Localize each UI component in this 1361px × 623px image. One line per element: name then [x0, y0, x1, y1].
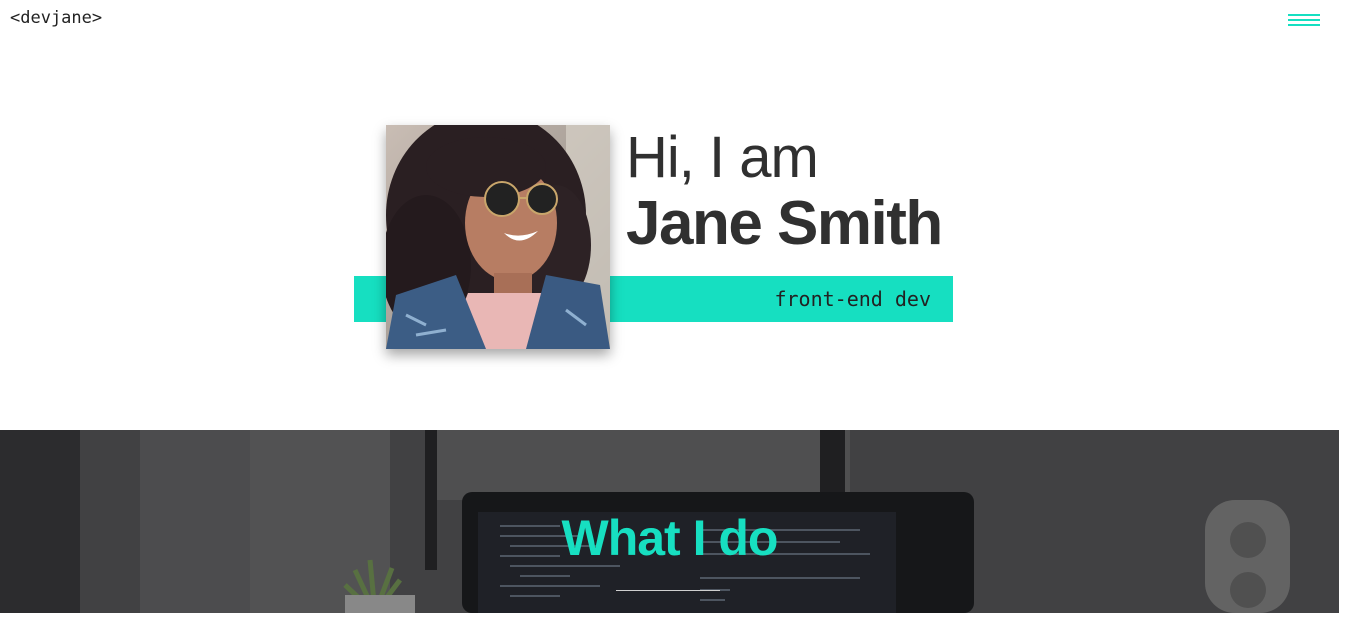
what-i-do-section: What I do	[0, 430, 1339, 613]
hero-name: Jane Smith	[626, 189, 943, 258]
menu-line	[1288, 14, 1320, 16]
role-text: front-end dev	[774, 287, 931, 311]
site-logo[interactable]: <devjane>	[10, 8, 102, 28]
hamburger-menu-icon[interactable]	[1286, 13, 1320, 29]
menu-line	[1288, 19, 1320, 21]
section-title: What I do	[561, 510, 779, 566]
profile-photo	[386, 125, 610, 349]
section-divider	[616, 590, 720, 591]
hero-greeting: Hi, I am	[626, 125, 819, 190]
menu-line	[1288, 24, 1320, 26]
